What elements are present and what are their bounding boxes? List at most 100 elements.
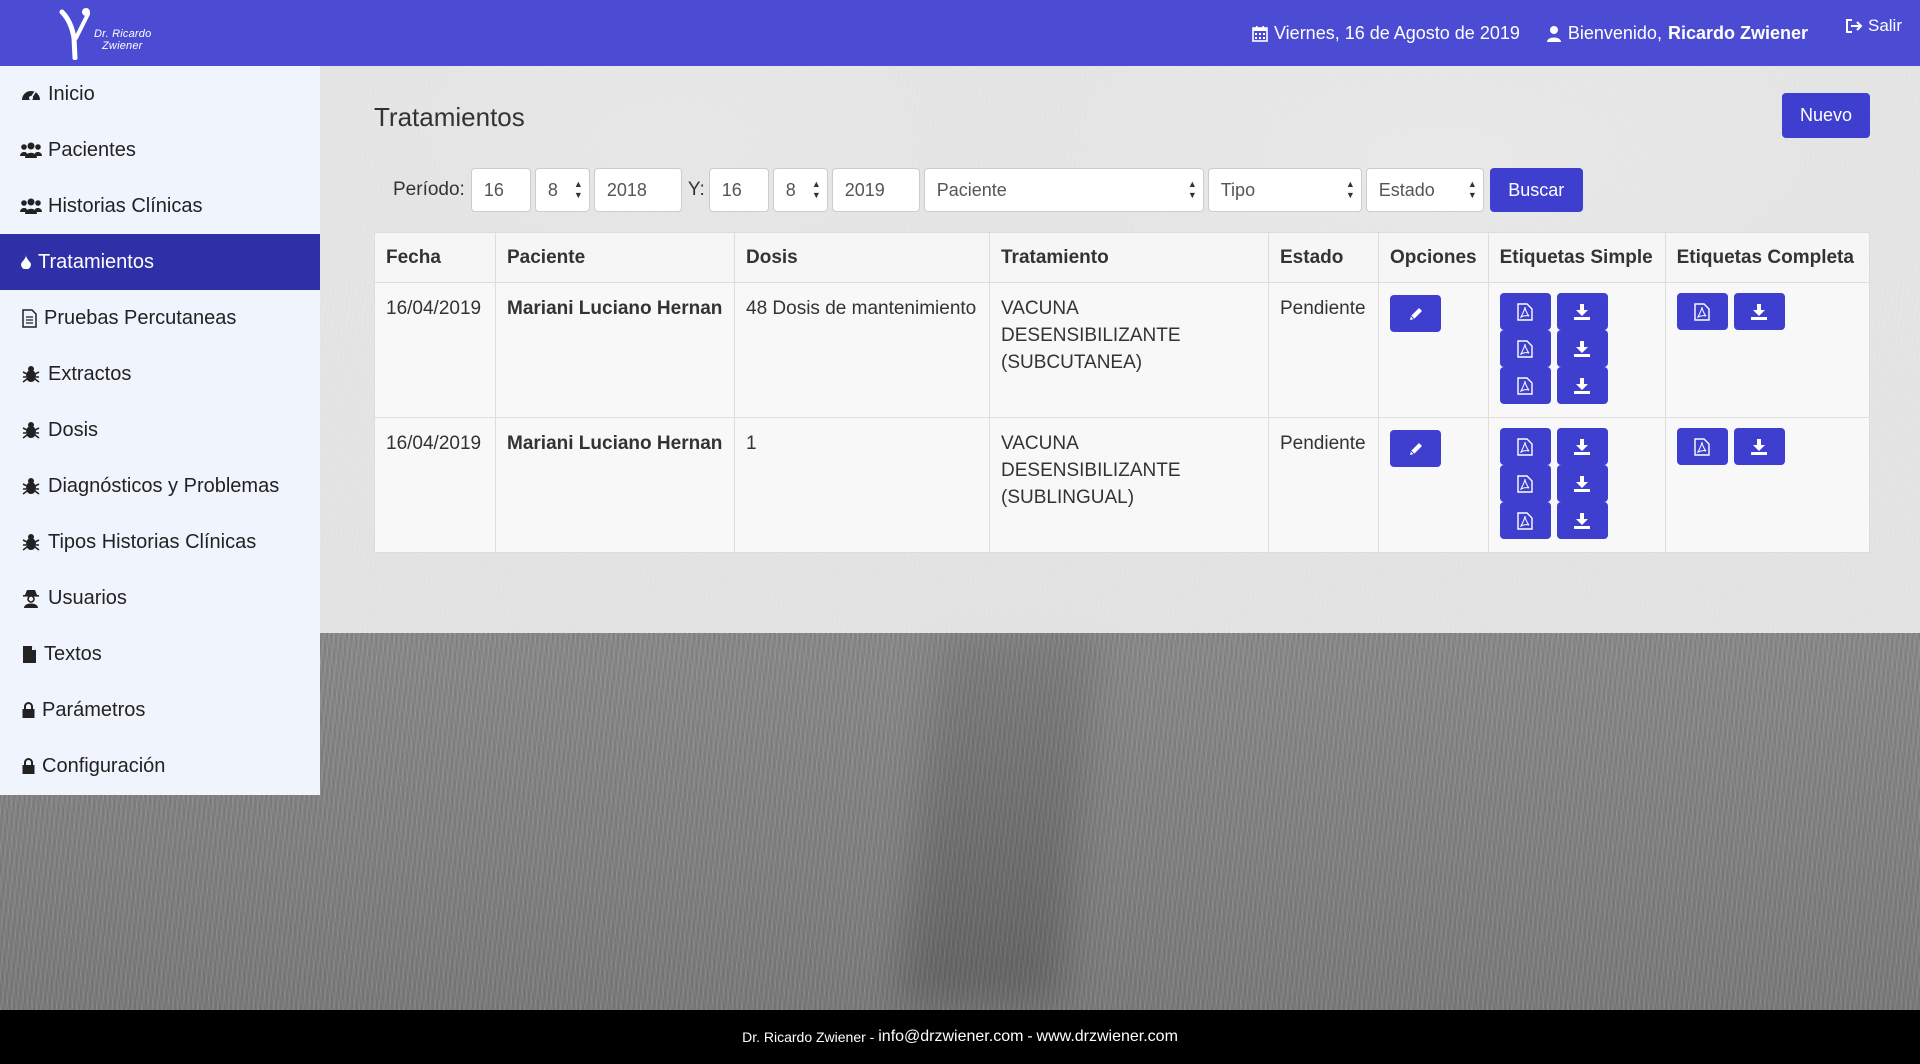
cell-estado: Pendiente xyxy=(1268,282,1379,418)
file-pdf-icon xyxy=(1517,339,1533,358)
pdf-button[interactable] xyxy=(1499,330,1551,367)
pdf-button[interactable] xyxy=(1676,293,1728,330)
sidebar-item-tipos-historias[interactable]: Tipos Historias Clínicas xyxy=(0,514,320,570)
file-pdf-icon xyxy=(1517,511,1533,530)
sidebar-item-diagnosticos[interactable]: Diagnósticos y Problemas xyxy=(0,458,320,514)
sidebar-item-label: Usuarios xyxy=(48,586,127,609)
to-month-stepper[interactable]: 8 ▲ ▼ xyxy=(772,168,828,212)
stepper-arrows-icon: ▲ ▼ xyxy=(811,179,821,200)
pdf-button[interactable] xyxy=(1676,428,1728,465)
download-icon xyxy=(1751,438,1768,455)
footer-name: Dr. Ricardo Zwiener - xyxy=(742,1029,875,1045)
current-date: Viernes, 16 de Agosto de 2019 xyxy=(1252,23,1520,44)
pdf-button[interactable] xyxy=(1499,428,1551,465)
select-arrows-icon: ▲ ▼ xyxy=(1345,179,1355,200)
state-select[interactable]: Estado ▲ ▼ xyxy=(1365,168,1484,212)
download-button[interactable] xyxy=(1556,367,1608,404)
download-button[interactable] xyxy=(1556,293,1608,330)
cell-fecha: 16/04/2019 xyxy=(374,417,496,553)
cell-estado: Pendiente xyxy=(1268,417,1379,553)
sidebar-item-label: Inicio xyxy=(48,82,95,105)
column-header: Paciente xyxy=(495,232,735,283)
treatments-table: Fecha Paciente Dosis Tratamiento Estado … xyxy=(374,232,1870,553)
logo-line-2: Zwiener xyxy=(102,40,143,52)
cell-tratamiento: VACUNA DESENSIBILIZANTE (SUBLINGUAL) xyxy=(989,417,1269,553)
date-text: Viernes, 16 de Agosto de 2019 xyxy=(1274,22,1520,43)
file-pdf-icon xyxy=(1517,376,1533,395)
file-pdf-icon xyxy=(1517,437,1533,456)
sidebar-item-label: Parámetros xyxy=(42,698,146,721)
pdf-button[interactable] xyxy=(1499,293,1551,330)
download-button[interactable] xyxy=(1556,330,1608,367)
sidebar-item-pacientes[interactable]: Pacientes xyxy=(0,122,320,178)
cell-opciones xyxy=(1378,282,1489,418)
user-secret-icon xyxy=(20,589,42,608)
lock-icon xyxy=(20,758,36,774)
footer-web-link[interactable]: www.drzwiener.com xyxy=(1037,1028,1178,1046)
cell-etiquetas-completa xyxy=(1664,282,1870,418)
download-button[interactable] xyxy=(1556,465,1608,502)
cell-fecha: 16/04/2019 xyxy=(374,282,496,418)
download-button[interactable] xyxy=(1556,502,1608,539)
table-row: 16/04/2019 Mariani Luciano Hernan 1 VACU… xyxy=(374,417,1870,553)
edit-button[interactable] xyxy=(1390,430,1441,467)
page-title: Tratamientos xyxy=(374,102,525,132)
users-icon xyxy=(20,142,42,158)
sign-out-icon xyxy=(1845,19,1863,33)
type-select[interactable]: Tipo ▲ ▼ xyxy=(1207,168,1362,212)
dashboard-icon xyxy=(20,86,42,102)
sidebar-item-inicio[interactable]: Inicio xyxy=(0,66,320,122)
sidebar-item-label: Textos xyxy=(44,642,102,665)
user-name: Ricardo Zwiener xyxy=(1667,22,1808,43)
to-year-input[interactable]: 2019 xyxy=(831,168,920,212)
logout-button[interactable]: Salir xyxy=(1845,16,1902,36)
user-icon xyxy=(1546,25,1561,42)
download-icon xyxy=(1574,438,1591,455)
from-day-input[interactable]: 16 xyxy=(470,168,531,212)
sidebar-item-tratamientos[interactable]: Tratamientos xyxy=(0,234,320,290)
and-label: Y: xyxy=(687,179,705,200)
sidebar-item-label: Extractos xyxy=(48,362,132,385)
file-pdf-icon xyxy=(1517,474,1533,493)
welcome-user: Bienvenido, Ricardo Zwiener xyxy=(1546,23,1808,44)
sidebar-item-parametros[interactable]: Parámetros xyxy=(0,682,320,738)
sidebar-item-usuarios[interactable]: Usuarios xyxy=(0,570,320,626)
sidebar-item-historias-clinicas[interactable]: Historias Clínicas xyxy=(0,178,320,234)
cell-etiquetas-completa xyxy=(1664,417,1870,553)
search-button[interactable]: Buscar xyxy=(1489,168,1583,212)
sidebar-item-pruebas-percutaneas[interactable]: Pruebas Percutaneas xyxy=(0,290,320,346)
pdf-button[interactable] xyxy=(1499,367,1551,404)
filter-bar: Período: 16 8 ▲ ▼ 2018 Y: 16 8 ▲ ▼ 2019 Pa… xyxy=(393,168,1583,212)
cell-dosis: 1 xyxy=(734,417,990,553)
download-button[interactable] xyxy=(1733,293,1785,330)
bug-icon xyxy=(20,421,42,439)
sidebar-item-configuracion[interactable]: Configuración xyxy=(0,738,320,794)
cell-paciente: Mariani Luciano Hernan xyxy=(495,417,735,553)
download-button[interactable] xyxy=(1733,428,1785,465)
patient-select[interactable]: Paciente ▲ ▼ xyxy=(923,168,1204,212)
sidebar-item-extractos[interactable]: Extractos xyxy=(0,346,320,402)
sidebar: Inicio Pacientes Historias Clínicas Trat… xyxy=(0,66,320,795)
sidebar-item-label: Dosis xyxy=(48,418,99,441)
from-year-input[interactable]: 2018 xyxy=(593,168,682,212)
select-arrows-icon: ▲ ▼ xyxy=(1187,179,1197,200)
column-header: Opciones xyxy=(1378,232,1489,283)
logo-figure-icon xyxy=(59,8,90,60)
column-header: Etiquetas Simple xyxy=(1487,232,1666,283)
footer-email-link[interactable]: info@drzwiener.com xyxy=(878,1028,1023,1046)
tint-icon xyxy=(20,255,32,269)
from-month-stepper[interactable]: 8 ▲ ▼ xyxy=(534,168,590,212)
footer: Dr. Ricardo Zwiener - info@drzwiener.com… xyxy=(0,1010,1920,1064)
pdf-button[interactable] xyxy=(1499,465,1551,502)
sidebar-item-dosis[interactable]: Dosis xyxy=(0,402,320,458)
calendar-icon xyxy=(1252,25,1268,42)
pdf-button[interactable] xyxy=(1499,502,1551,539)
new-button[interactable]: Nuevo xyxy=(1782,93,1870,138)
table-row: 16/04/2019 Mariani Luciano Hernan 48 Dos… xyxy=(374,282,1870,418)
edit-button[interactable] xyxy=(1390,295,1441,332)
download-button[interactable] xyxy=(1556,428,1608,465)
to-day-input[interactable]: 16 xyxy=(708,168,769,212)
download-icon xyxy=(1574,340,1591,357)
sidebar-item-textos[interactable]: Textos xyxy=(0,626,320,682)
logo[interactable]: Dr. Ricardo Zwiener xyxy=(58,8,168,60)
